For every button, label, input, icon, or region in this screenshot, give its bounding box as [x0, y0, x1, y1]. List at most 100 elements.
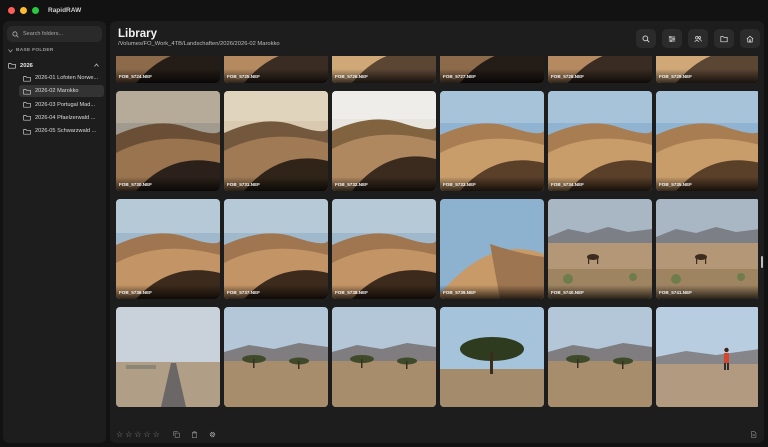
export-document-button[interactable]	[748, 430, 758, 440]
image-thumbnail[interactable]: FOB_5740.NEF	[548, 199, 652, 299]
thumbnail-filename: FOB_5730.NEF	[119, 182, 152, 187]
copy-settings-button[interactable]	[172, 430, 182, 440]
folder-item[interactable]: 2026-05 Schwarzwald ...	[19, 125, 104, 137]
search-icon	[642, 35, 650, 43]
image-thumbnail[interactable]: FOB_5733.NEF	[440, 91, 544, 191]
people-button[interactable]	[688, 29, 708, 48]
image-thumbnail[interactable]	[332, 307, 436, 407]
star-icon[interactable]: ☆	[144, 430, 151, 439]
chevron-up-icon[interactable]	[94, 63, 99, 67]
filter-button[interactable]	[662, 29, 682, 48]
breadcrumb-path: /Volumes/FO_Work_4TB/Landschaften/2026/2…	[118, 41, 280, 47]
image-thumbnail[interactable]: FOB_5738.NEF	[332, 199, 436, 299]
thumbnail-image	[116, 199, 220, 299]
image-thumbnail[interactable]: FOB_5730.NEF	[116, 91, 220, 191]
image-thumbnail[interactable]: FOB_5734.NEF	[548, 91, 652, 191]
thumbnail-filename: FOB_5736.NEF	[119, 290, 152, 295]
image-thumbnail[interactable]: FOB_5731.NEF	[224, 91, 328, 191]
window-controls	[8, 6, 39, 14]
thumbnail-filename: FOB_5734.NEF	[551, 182, 584, 187]
open-folder-button[interactable]	[714, 29, 734, 48]
paste-settings-button[interactable]	[190, 430, 200, 440]
thumbnail-filename: FOB_5729.NEF	[659, 74, 692, 79]
thumbnail-image	[548, 199, 652, 299]
thumbnail-filename: FOB_5739.NEF	[443, 290, 476, 295]
thumbnail-filename: FOB_5724.NEF	[119, 74, 152, 79]
thumbnail-filename: FOB_5731.NEF	[227, 182, 260, 187]
thumbnail-grid[interactable]: FOB_5724.NEF FOB_5725.NEF FOB_5726.NEF F…	[116, 56, 758, 426]
thumbnail-image	[224, 307, 328, 407]
people-icon	[694, 35, 702, 42]
thumbnail-image	[656, 199, 758, 299]
status-bar: ☆ ☆ ☆ ☆ ☆	[110, 426, 764, 443]
image-thumbnail[interactable]: FOB_5727.NEF	[440, 56, 544, 83]
image-thumbnail[interactable]: FOB_5739.NEF	[440, 199, 544, 299]
thumbnail-image	[332, 307, 436, 407]
thumbnail-image	[548, 307, 652, 407]
image-thumbnail[interactable]: FOB_5729.NEF	[656, 56, 758, 83]
image-thumbnail[interactable]: FOB_5741.NEF	[656, 199, 758, 299]
base-folder-header[interactable]: BASE FOLDER	[8, 48, 54, 53]
image-thumbnail[interactable]: FOB_5736.NEF	[116, 199, 220, 299]
thumbnail-image	[224, 91, 328, 191]
library-toolbar	[636, 29, 760, 48]
image-thumbnail[interactable]: FOB_5735.NEF	[656, 91, 758, 191]
image-thumbnail[interactable]	[548, 307, 652, 407]
maximize-window-button[interactable]	[32, 6, 39, 14]
folder-item[interactable]: 2026-03 Portugal Mad...	[19, 99, 104, 111]
thumbnail-image	[440, 91, 544, 191]
folder-icon	[23, 128, 31, 135]
image-thumbnail[interactable]: FOB_5728.NEF	[548, 56, 652, 83]
image-thumbnail[interactable]	[116, 307, 220, 407]
document-icon	[750, 431, 756, 438]
app-title: RapidRAW	[48, 6, 82, 14]
settings-button[interactable]	[208, 430, 218, 440]
star-icon[interactable]: ☆	[116, 430, 123, 439]
search-icon	[12, 30, 19, 38]
folder-tree-root-label: 2026	[20, 62, 33, 69]
folder-icon	[23, 88, 31, 95]
image-thumbnail[interactable]: FOB_5737.NEF	[224, 199, 328, 299]
star-icon[interactable]: ☆	[153, 430, 160, 439]
image-thumbnail[interactable]: FOB_5724.NEF	[116, 56, 220, 83]
image-thumbnail[interactable]: FOB_5732.NEF	[332, 91, 436, 191]
thumbnail-filename: FOB_5738.NEF	[335, 290, 368, 295]
thumbnail-image	[656, 91, 758, 191]
folder-item[interactable]: 2026-01 Lofoten Norwe...	[19, 72, 104, 84]
image-thumbnail[interactable]	[656, 307, 758, 407]
folder-icon	[720, 35, 728, 42]
page-title: Library	[118, 28, 157, 40]
folder-tree-root[interactable]: 2026	[5, 59, 104, 72]
title-bar: RapidRAW	[0, 0, 768, 20]
chevron-down-icon	[8, 48, 13, 53]
folder-search-input[interactable]: Search folders...	[7, 26, 102, 42]
thumbnail-image	[440, 199, 544, 299]
thumbnail-filename: FOB_5735.NEF	[659, 182, 692, 187]
paste-icon	[192, 431, 198, 438]
folder-item-label: 2026-02 Marokko	[35, 88, 79, 95]
thumbnail-filename: FOB_5725.NEF	[227, 74, 260, 79]
thumbnail-image	[332, 199, 436, 299]
thumbnail-filename: FOB_5726.NEF	[335, 74, 368, 79]
folder-item[interactable]: 2026-02 Marokko	[19, 85, 104, 98]
image-thumbnail[interactable]: FOB_5726.NEF	[332, 56, 436, 83]
home-button[interactable]	[740, 29, 760, 48]
minimize-window-button[interactable]	[20, 6, 27, 14]
folder-search-placeholder: Search folders...	[23, 31, 64, 37]
image-thumbnail[interactable]	[224, 307, 328, 407]
folder-open-icon	[8, 63, 16, 69]
thumbnail-filename: FOB_5740.NEF	[551, 290, 584, 295]
star-icon[interactable]: ☆	[125, 430, 132, 439]
close-window-button[interactable]	[8, 6, 15, 14]
thumbnail-filename: FOB_5727.NEF	[443, 74, 476, 79]
copy-icon	[173, 431, 180, 438]
image-thumbnail[interactable]	[440, 307, 544, 407]
folder-item[interactable]: 2026-04 Pfaelzerwald ...	[19, 112, 104, 124]
search-button[interactable]	[636, 29, 656, 48]
image-thumbnail[interactable]: FOB_5725.NEF	[224, 56, 328, 83]
thumbnail-filename: FOB_5728.NEF	[551, 74, 584, 79]
thumbnail-image	[116, 307, 220, 407]
star-icon[interactable]: ☆	[134, 430, 141, 439]
thumbnail-image	[440, 307, 544, 407]
scrollbar-thumb[interactable]	[761, 256, 763, 268]
